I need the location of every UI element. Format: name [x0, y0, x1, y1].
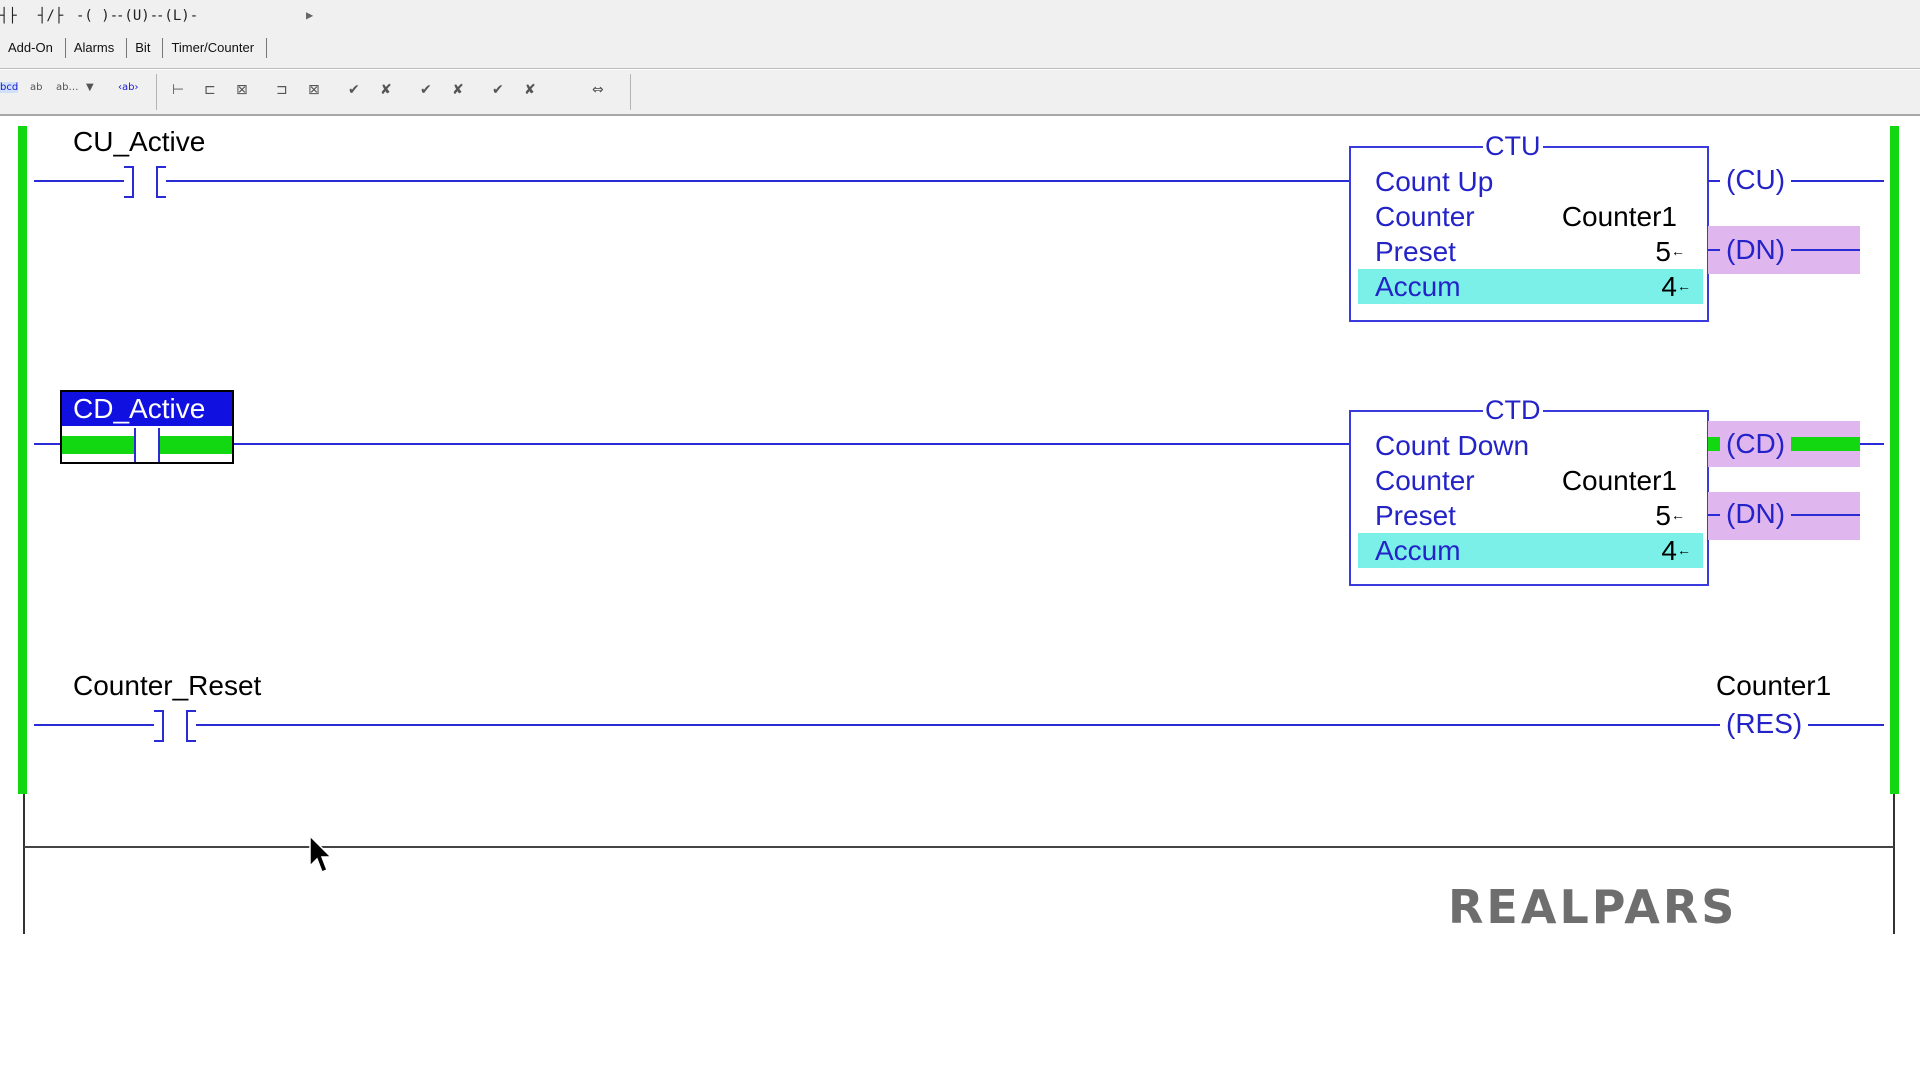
- accum-label: Accum: [1375, 271, 1461, 302]
- contact-tag-cd-active: CD_Active: [73, 393, 206, 424]
- coil-cd-label: CD: [1735, 428, 1776, 459]
- accum-value[interactable]: 4: [1661, 535, 1677, 567]
- preset-value[interactable]: 5: [1655, 500, 1671, 532]
- toolbar-separator: [156, 74, 157, 110]
- otl-instruction-icon[interactable]: -(L)-: [156, 8, 198, 24]
- mouse-cursor-icon: [309, 834, 333, 873]
- right-power-rail: [1890, 126, 1899, 794]
- counter-label: Counter: [1375, 465, 1475, 496]
- right-rail-continuation: [1893, 794, 1895, 934]
- start-edit-icon[interactable]: ⊐: [276, 82, 288, 98]
- zoom-dropdown-icon[interactable]: ab…: [56, 82, 78, 93]
- block-description-row: Count Down: [1375, 428, 1693, 463]
- delete-branch-icon[interactable]: ⊠: [236, 82, 248, 98]
- arrow-left-icon: ←: [1671, 507, 1685, 523]
- coil-dn[interactable]: (DN): [1720, 496, 1792, 532]
- rung-wire: [234, 443, 1350, 445]
- block-description-row: Count Up: [1375, 164, 1693, 199]
- add-rung-icon[interactable]: ⊢: [172, 82, 184, 98]
- coil-dn[interactable]: (DN): [1720, 232, 1792, 268]
- rung-wire: [34, 443, 60, 445]
- test-edits-icon[interactable]: ✔: [492, 82, 504, 98]
- output-wire-cd: [1860, 443, 1884, 445]
- accept-rung-icon[interactable]: ✔: [348, 82, 360, 98]
- untest-edits-icon[interactable]: ✘: [524, 82, 536, 98]
- ctd-block[interactable]: CTD Count Down Counter Counter1 Preset 5…: [1349, 395, 1709, 586]
- instruction-toolbar: ┤├ ┤/├ -( )- -(U)- -(L)- ▶ Add-On Alarms…: [0, 0, 327, 69]
- block-type: CTD: [1483, 395, 1543, 426]
- arrow-left-icon: ←: [1677, 542, 1691, 558]
- xio-instruction-icon[interactable]: ┤/├: [38, 8, 63, 24]
- tab-alarms[interactable]: Alarms: [65, 38, 128, 58]
- tab-bit[interactable]: Bit: [127, 38, 164, 58]
- left-rail-continuation: [23, 794, 25, 934]
- preset-label: Preset: [1375, 236, 1456, 267]
- accept-pending-icon[interactable]: ✔: [420, 82, 432, 98]
- block-type: CTU: [1483, 131, 1543, 162]
- xic-contact[interactable]: [134, 428, 160, 462]
- cancel-pending-icon[interactable]: ✘: [452, 82, 464, 98]
- ladder-edit-toolbar: bcd ab ab… ▼ ‹ab› ⊢ ⊏ ⊠ ⊐ ⊠ ✔ ✘ ✔ ✘ ✔ ✘ …: [0, 70, 1920, 116]
- contact-tag-counter-reset: Counter_Reset: [73, 670, 262, 701]
- coil-cd[interactable]: (CD): [1720, 426, 1792, 462]
- left-power-rail: [18, 126, 27, 794]
- realpars-logo: REALPARS: [1448, 880, 1738, 934]
- block-description: Count Down: [1375, 430, 1530, 461]
- xic-contact[interactable]: [154, 710, 196, 742]
- block-accum-row: Accum 4 ←: [1358, 533, 1703, 568]
- chevron-down-icon[interactable]: ▼: [86, 82, 94, 93]
- xic-contact[interactable]: [124, 166, 166, 198]
- toolbar-area: [326, 0, 1920, 69]
- ote-instruction-icon[interactable]: -( )-: [76, 8, 118, 24]
- counter-value[interactable]: Counter1: [1562, 201, 1677, 233]
- toolbar-separator: [630, 74, 631, 110]
- ctu-block[interactable]: CTU Count Up Counter Counter1 Preset 5 ←…: [1349, 131, 1709, 322]
- coil-cu-label: CU: [1735, 164, 1776, 195]
- block-counter-row: Counter Counter1: [1375, 463, 1693, 498]
- rung-wire: [34, 180, 1350, 182]
- xic-instruction-icon[interactable]: ┤├: [0, 8, 17, 24]
- tag-view-icon[interactable]: ‹ab›: [118, 82, 138, 93]
- tab-timer-counter[interactable]: Timer/Counter: [163, 38, 268, 58]
- block-counter-row: Counter Counter1: [1375, 199, 1693, 234]
- contact-tag-cu-active: CU_Active: [73, 126, 206, 157]
- tab-add-on[interactable]: Add-On: [0, 38, 66, 58]
- coil-tag-counter1: Counter1: [1716, 670, 1832, 701]
- add-branch-icon[interactable]: ⊏: [204, 82, 216, 98]
- rung-wire: [34, 724, 1884, 726]
- coil-res-label: RES: [1735, 708, 1793, 739]
- block-preset-row: Preset 5 ←: [1375, 498, 1693, 533]
- counter-value[interactable]: Counter1: [1562, 465, 1677, 497]
- block-preset-row: Preset 5 ←: [1375, 234, 1693, 269]
- counter-label: Counter: [1375, 201, 1475, 232]
- arrow-left-icon: ←: [1677, 278, 1691, 294]
- end-rung-line: [24, 846, 1894, 848]
- accum-label: Accum: [1375, 535, 1461, 566]
- accum-value[interactable]: 4: [1661, 271, 1677, 303]
- coil-res[interactable]: (RES): [1720, 706, 1809, 742]
- cancel-edit-icon[interactable]: ⊠: [308, 82, 320, 98]
- selected-contact-frame[interactable]: CD_Active: [60, 390, 234, 464]
- display-tag-icon[interactable]: bcd: [0, 82, 19, 93]
- toggle-description-icon[interactable]: ab: [30, 82, 42, 93]
- coil-dn-label: DN: [1735, 498, 1776, 529]
- block-accum-row: Accum 4 ←: [1358, 269, 1703, 304]
- instruction-tab-row: Add-On Alarms Bit Timer/Counter: [0, 38, 268, 60]
- preset-value[interactable]: 5: [1655, 236, 1671, 268]
- scroll-right-icon[interactable]: ▶: [306, 8, 313, 22]
- assemble-edits-icon[interactable]: ⇔: [592, 82, 604, 98]
- preset-label: Preset: [1375, 500, 1456, 531]
- cancel-rung-icon[interactable]: ✘: [380, 82, 392, 98]
- coil-cu[interactable]: (CU): [1720, 162, 1792, 198]
- arrow-left-icon: ←: [1671, 243, 1685, 259]
- otu-instruction-icon[interactable]: -(U)-: [116, 8, 158, 24]
- coil-dn-label: DN: [1735, 234, 1776, 265]
- block-description: Count Up: [1375, 166, 1494, 197]
